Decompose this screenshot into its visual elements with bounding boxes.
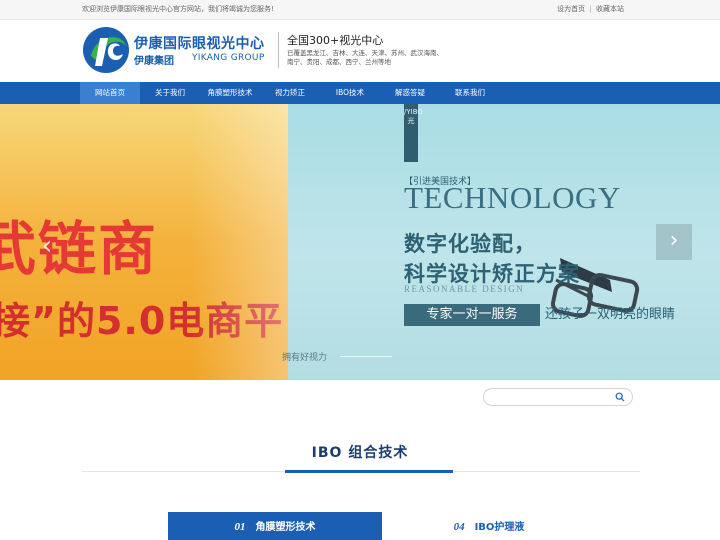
centers-cities: 已覆盖黑龙江、吉林、大连、天津、苏州、武汉海南、南宁、贵阳、成都、西宁、兰州等地 <box>287 49 443 66</box>
centers-title: 全国300+视光中心 <box>287 34 384 47</box>
nav-item-ibo[interactable]: IBO技术 <box>320 82 380 104</box>
link-separator: | <box>589 5 592 13</box>
tab-number: 01 <box>234 521 246 533</box>
nav-item-about[interactable]: 关于我们 <box>140 82 200 104</box>
tab-label: 角膜塑形技术 <box>255 522 316 533</box>
expert-service-badge: 专家一对一服务 <box>404 304 540 326</box>
reasonable-design-text: REASONABLE DESIGN <box>404 284 525 294</box>
nav-item-ortho-k[interactable]: 角膜塑形技术 <box>200 82 260 104</box>
vertical-brand-text: /YIBO 光 <box>404 108 423 125</box>
search-box <box>483 388 633 406</box>
top-links: 设为首页 | 收藏本站 <box>557 4 624 14</box>
site-header: 伊康国际眼视光中心 伊康集团 YIKANG GROUP 全国300+视光中心 已… <box>0 20 720 82</box>
technology-word: TECHNOLOGY <box>404 180 621 215</box>
chevron-left-icon[interactable]: ‹ <box>34 230 60 262</box>
main-nav: 网站首页 关于我们 角膜塑形技术 视力矫正 IBO技术 解惑答疑 联系我们 <box>0 82 720 104</box>
search-input[interactable] <box>492 391 612 403</box>
search-icon[interactable] <box>615 392 625 402</box>
welcome-text: 欢迎浏览伊康国际眼视光中心官方网站，我们将竭诚为您服务! <box>82 5 274 13</box>
top-bar: 欢迎浏览伊康国际眼视光中心官方网站，我们将竭诚为您服务! 设为首页 | 收藏本站 <box>0 0 720 20</box>
nav-item-vision-correction[interactable]: 视力矫正 <box>260 82 320 104</box>
tab-ortho-k[interactable]: 01 角膜塑形技术 <box>168 512 382 540</box>
banner-left-headline: 武链商 <box>0 215 159 283</box>
banner-headline-1: 数字化验配， <box>404 232 536 256</box>
banner-left-fade <box>190 104 288 380</box>
header-divider <box>278 32 279 68</box>
set-home-link[interactable]: 设为首页 <box>557 5 585 13</box>
chevron-right-icon[interactable]: › <box>656 224 692 260</box>
yikang-logo-icon[interactable] <box>82 26 130 74</box>
banner-carousel[interactable]: 武链商 接”的5.0电商平 /YIBO 光 【引进美国技术】 TECHNOLOG… <box>0 104 720 380</box>
brand-english: YIKANG GROUP <box>192 53 265 63</box>
bookmark-link[interactable]: 收藏本站 <box>596 5 624 13</box>
vision-line <box>340 356 392 357</box>
tab-ibo-solution[interactable]: 04 IBO护理液 <box>382 512 596 540</box>
section-title-underline <box>285 470 453 473</box>
nav-item-contact[interactable]: 联系我们 <box>440 82 500 104</box>
good-vision-text: 拥有好视力 <box>282 353 328 363</box>
brand-name: 伊康国际眼视光中心 <box>134 36 265 52</box>
brand-group: 伊康集团 <box>134 56 174 67</box>
tab-number: 04 <box>453 521 465 533</box>
nav-item-home[interactable]: 网站首页 <box>80 82 140 104</box>
banner-slogan: 还孩子一双明亮的眼睛 <box>545 307 676 322</box>
tab-label: IBO护理液 <box>474 522 525 533</box>
section-title: IBO 组合技术 <box>311 445 409 461</box>
nav-item-faq[interactable]: 解惑答疑 <box>380 82 440 104</box>
